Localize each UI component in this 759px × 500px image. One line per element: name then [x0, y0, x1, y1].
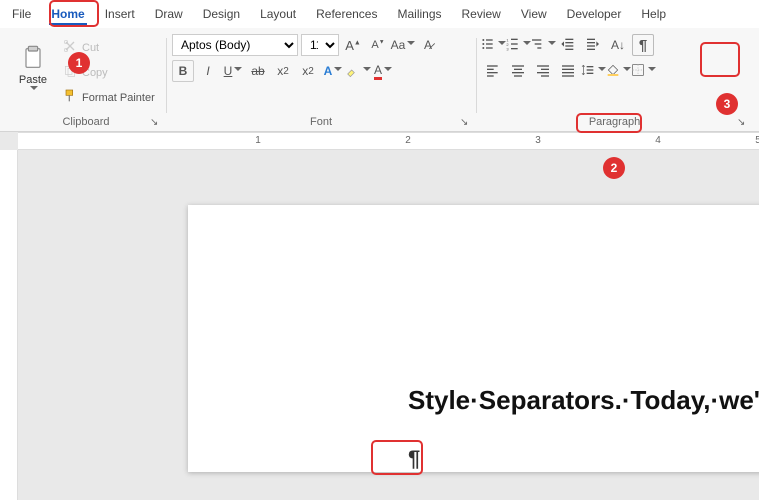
cut-label: Cut [82, 42, 99, 54]
superscript-button[interactable]: x2 [297, 60, 319, 82]
multilevel-icon [530, 36, 546, 55]
vertical-ruler[interactable] [0, 150, 18, 500]
copy-label: Copy [82, 67, 108, 79]
chevron-down-icon [30, 86, 38, 94]
align-right-icon [535, 62, 551, 81]
ruler-tick-4: 4 [655, 135, 661, 146]
borders-icon [630, 62, 646, 81]
text-effects-button[interactable]: A [322, 60, 344, 82]
paragraph-launcher[interactable]: ↘ [737, 117, 749, 129]
tab-design[interactable]: Design [193, 3, 250, 25]
cut-button[interactable]: Cut [58, 36, 159, 59]
document-canvas[interactable]: Style·Separators.·Today,·we're ¶ [18, 150, 759, 500]
numbering-button[interactable]: 123 [507, 34, 529, 56]
align-right-button[interactable] [532, 60, 554, 82]
decrease-font-button[interactable]: A▼ [367, 34, 389, 56]
paste-button[interactable]: Paste [12, 34, 54, 104]
group-clipboard: Paste Cut Copy Format Painter Clipboard [6, 32, 166, 131]
group-clipboard-label: Clipboard [12, 116, 160, 130]
copy-icon [62, 63, 78, 82]
italic-button[interactable]: I [197, 60, 219, 82]
ruler-tick-2: 2 [405, 135, 411, 146]
decrease-indent-button[interactable] [557, 34, 579, 56]
document-heading[interactable]: Style·Separators.·Today,·we're [408, 385, 759, 416]
paintbrush-icon [62, 88, 78, 107]
tab-developer[interactable]: Developer [557, 3, 632, 25]
paragraph-mark[interactable]: ¶ [408, 446, 759, 472]
tab-layout[interactable]: Layout [250, 3, 306, 25]
underline-button[interactable]: U [222, 60, 244, 82]
ribbon: Paste Cut Copy Format Painter Clipboard [0, 28, 759, 132]
subscript-button[interactable]: x2 [272, 60, 294, 82]
page: Style·Separators.·Today,·we're ¶ [188, 205, 759, 472]
tab-insert[interactable]: Insert [95, 3, 145, 25]
tab-mailings[interactable]: Mailings [387, 3, 451, 25]
justify-icon [560, 62, 576, 81]
tab-help[interactable]: Help [631, 3, 676, 25]
paste-label: Paste [19, 74, 47, 86]
bullets-icon [480, 36, 496, 55]
pilcrow-icon: ¶ [639, 37, 647, 54]
tab-review[interactable]: Review [452, 3, 511, 25]
outdent-icon [560, 36, 576, 55]
eraser-icon: A̷ [424, 38, 432, 52]
ribbon-tabs: File Home Insert Draw Design Layout Refe… [0, 0, 759, 28]
strikethrough-button[interactable]: ab [247, 60, 269, 82]
group-paragraph-label: Paragraph [482, 116, 747, 130]
shading-button[interactable] [607, 60, 629, 82]
tab-draw[interactable]: Draw [145, 3, 193, 25]
bold-button[interactable]: B [172, 60, 194, 82]
workspace: Style·Separators.·Today,·we're ¶ [0, 150, 759, 500]
group-font-label: Font [172, 116, 470, 130]
clear-formatting-button[interactable]: A̷ [417, 34, 439, 56]
tab-home[interactable]: Home [41, 3, 94, 25]
indent-icon [585, 36, 601, 55]
line-spacing-icon [580, 62, 596, 81]
highlighter-icon [345, 62, 361, 81]
align-center-button[interactable] [507, 60, 529, 82]
line-spacing-button[interactable] [582, 60, 604, 82]
scissors-icon [62, 38, 78, 57]
align-left-button[interactable] [482, 60, 504, 82]
font-color-button[interactable]: A [372, 60, 394, 82]
clipboard-icon [19, 44, 47, 72]
increase-indent-button[interactable] [582, 34, 604, 56]
font-launcher[interactable]: ↘ [460, 117, 472, 129]
font-size-select[interactable]: 11 [301, 34, 339, 56]
clipboard-launcher[interactable]: ↘ [150, 117, 162, 129]
format-painter-label: Format Painter [82, 92, 155, 104]
font-family-select[interactable]: Aptos (Body) [172, 34, 298, 56]
ruler-tick-1: 1 [255, 135, 261, 146]
tab-view[interactable]: View [511, 3, 557, 25]
sort-icon: A↓ [611, 38, 625, 52]
group-font: Aptos (Body) 11 A▲ A▼ Aa A̷ B I U ab x2 … [166, 32, 476, 131]
highlight-button[interactable] [347, 60, 369, 82]
group-paragraph: 123 A↓ ¶ Paragraph ↘ [476, 32, 753, 131]
ruler-tick-3: 3 [535, 135, 541, 146]
tab-file[interactable]: File [2, 3, 41, 25]
bullets-button[interactable] [482, 34, 504, 56]
paint-bucket-icon [605, 62, 621, 81]
horizontal-ruler[interactable]: 1 2 3 4 5 [18, 132, 759, 150]
align-center-icon [510, 62, 526, 81]
horizontal-ruler-row: 1 2 3 4 5 [0, 132, 759, 150]
justify-button[interactable] [557, 60, 579, 82]
tab-references[interactable]: References [306, 3, 387, 25]
borders-button[interactable] [632, 60, 654, 82]
format-painter-button[interactable]: Format Painter [58, 86, 159, 109]
align-left-icon [485, 62, 501, 81]
change-case-button[interactable]: Aa [392, 34, 414, 56]
sort-button[interactable]: A↓ [607, 34, 629, 56]
numbering-icon: 123 [505, 36, 521, 55]
multilevel-list-button[interactable] [532, 34, 554, 56]
show-hide-button[interactable]: ¶ [632, 34, 654, 56]
ruler-tick-5: 5 [755, 135, 759, 146]
copy-button[interactable]: Copy [58, 61, 159, 84]
increase-font-button[interactable]: A▲ [342, 34, 364, 56]
svg-text:3: 3 [506, 46, 509, 51]
